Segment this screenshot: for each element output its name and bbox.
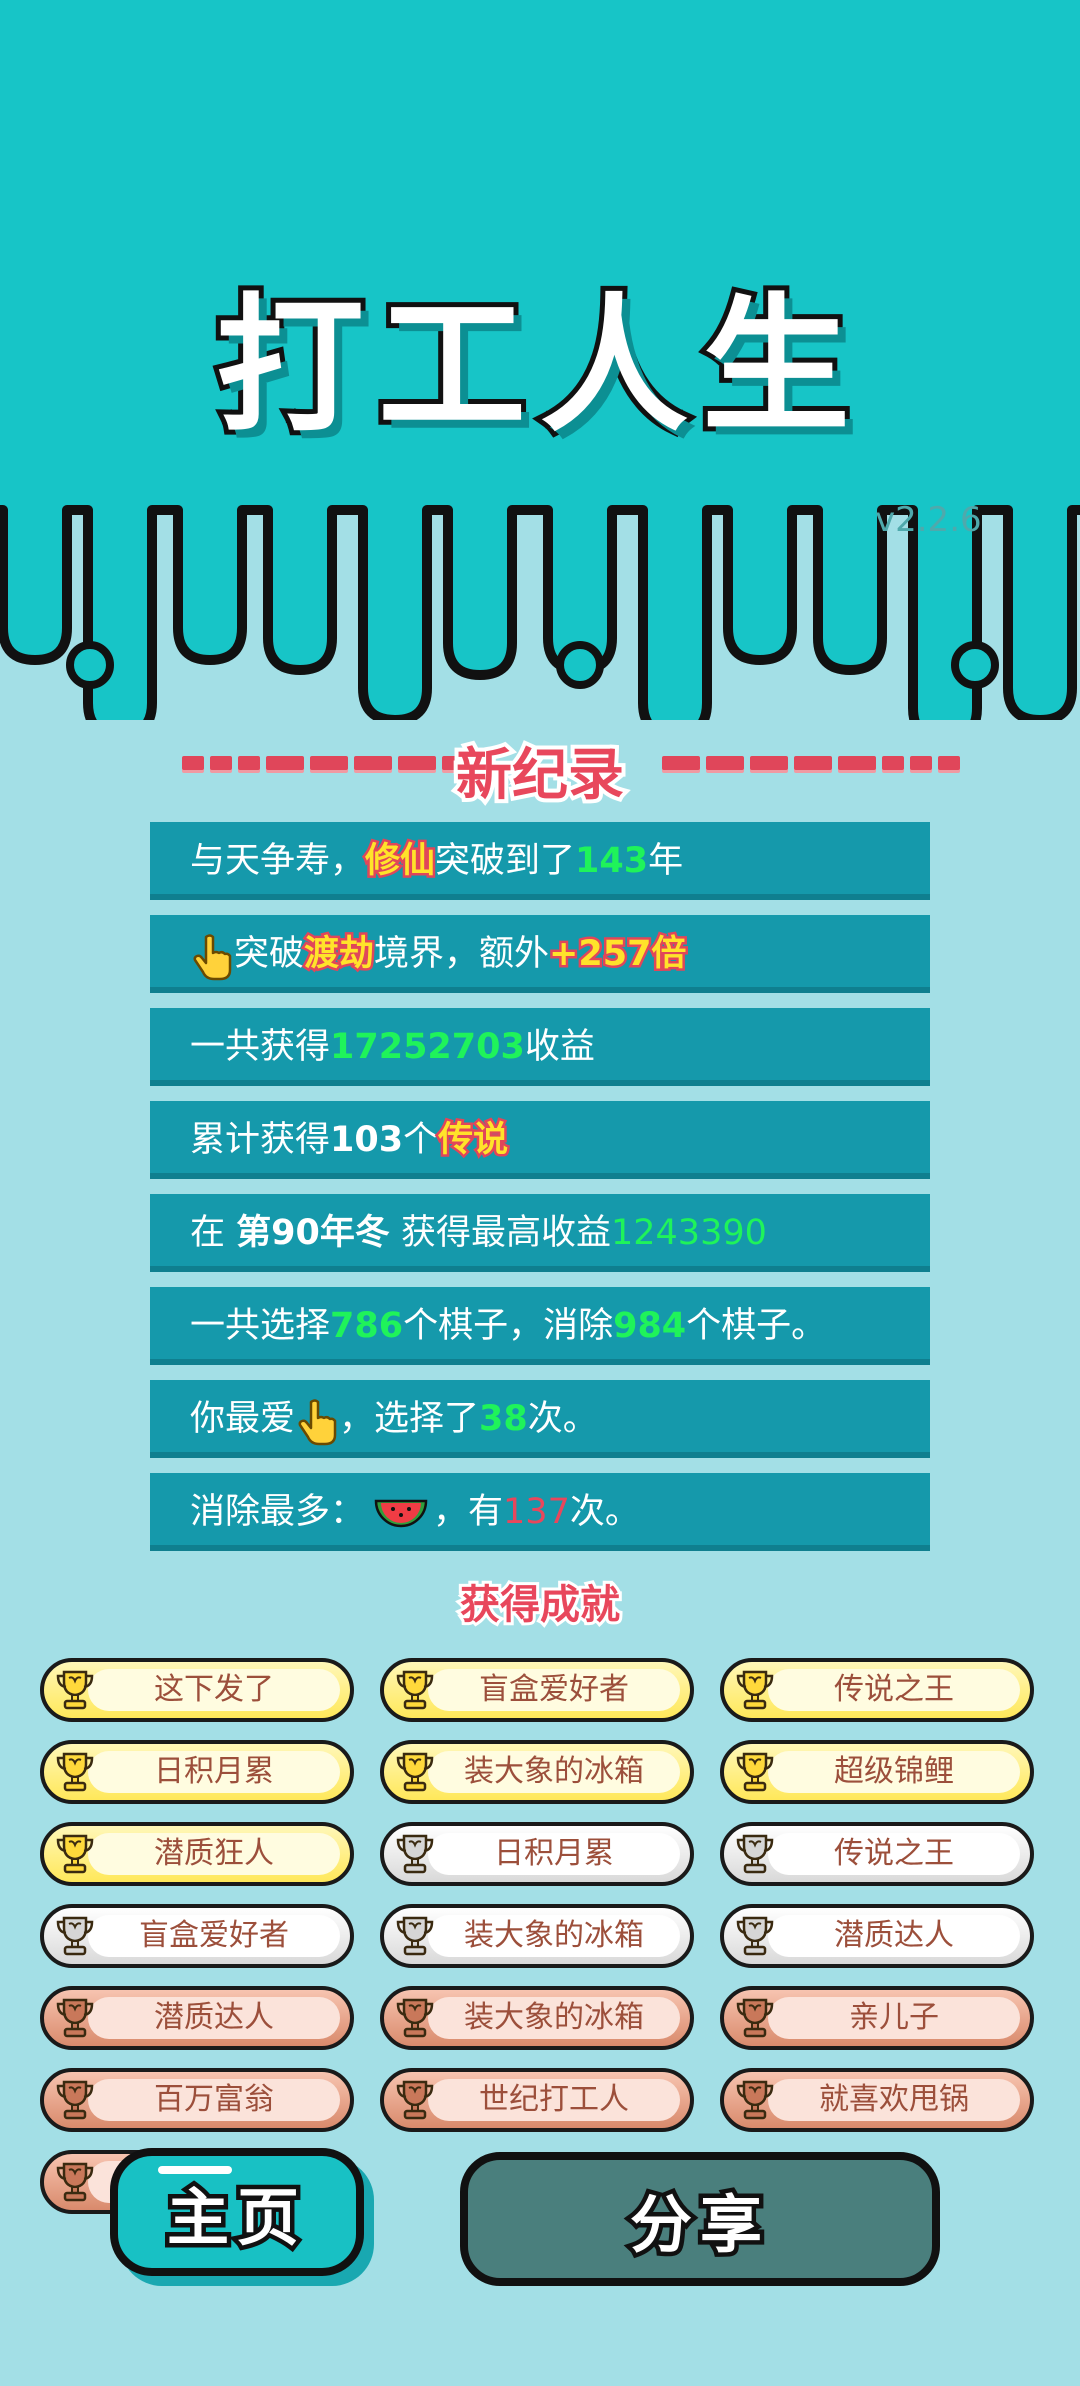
stat-text: 次。 <box>569 1492 640 1532</box>
stat-highlight-text: 38 <box>479 1399 528 1439</box>
right-dash-decoration <box>662 756 960 776</box>
stat-highlight-text: 103 <box>330 1120 404 1160</box>
achievement-badge-bronze[interactable]: 装大象的冰箱 <box>380 1986 694 2050</box>
pointing-hand-icon <box>192 931 232 981</box>
achievement-badge-silver[interactable]: 日积月累 <box>380 1822 694 1886</box>
stat-text: 突破 <box>234 934 305 974</box>
game-title: 打工人生 <box>211 275 864 457</box>
record-stat-row: 累计获得103个传说 <box>150 1101 930 1179</box>
stat-text: 个棋子，消除 <box>403 1306 614 1346</box>
achievement-badge-bronze[interactable]: 潜质达人 <box>40 1986 354 2050</box>
home-button-label: 主页 <box>162 2177 307 2259</box>
achievement-label: 装大象的冰箱 <box>464 1918 644 1953</box>
achievement-label: 潜质狂人 <box>154 1836 274 1871</box>
record-stat-row: 消除最多： ，有137次。 <box>150 1473 930 1551</box>
record-stat-row: 一共获得17252703收益 <box>150 1008 930 1086</box>
achievement-label: 世纪打工人 <box>479 2082 629 2117</box>
record-stat-row: 你最爱 ，选择了38次。 <box>150 1380 930 1458</box>
achievement-badge-bronze[interactable]: 就喜欢甩锅 <box>720 2068 1034 2132</box>
stat-highlight-text: 1243390 <box>611 1213 767 1253</box>
achievement-label: 潜质达人 <box>154 2000 274 2035</box>
drip-drop-decoration <box>66 641 114 689</box>
record-header: 新纪录 <box>0 724 1080 812</box>
achievement-badge-gold[interactable]: 传说之王 <box>720 1658 1034 1722</box>
share-button-label: 分享 <box>625 2184 770 2266</box>
pointing-hand-icon <box>297 1396 337 1446</box>
achievement-badge-gold[interactable]: 日积月累 <box>40 1740 354 1804</box>
record-stat-row: 一共选择786个棋子，消除984个棋子。 <box>150 1287 930 1365</box>
achievement-label: 就喜欢甩锅 <box>819 2082 969 2117</box>
stat-text: 一共选择 <box>190 1306 331 1346</box>
stat-highlight-text: 渡劫 <box>302 932 377 977</box>
stat-text: 获得最高收益 <box>389 1213 611 1253</box>
achievement-badge-bronze[interactable]: 亲儿子 <box>720 1986 1034 2050</box>
stat-highlight-text: 137 <box>503 1492 570 1532</box>
stat-text: 累计获得 <box>190 1120 331 1160</box>
record-stat-row: 在 第90年冬 获得最高收益1243390 <box>150 1194 930 1272</box>
stat-text: 境界，额外 <box>374 934 550 974</box>
achievement-label: 超级锦鲤 <box>834 1754 954 1789</box>
achievement-badge-gold[interactable]: 这下发了 <box>40 1658 354 1722</box>
version-label: v2.2.6 <box>875 500 982 540</box>
stat-text: 你最爱 <box>190 1399 296 1439</box>
stat-text: ，有 <box>433 1492 504 1532</box>
achievement-badge-gold[interactable]: 超级锦鲤 <box>720 1740 1034 1804</box>
achievement-label: 传说之王 <box>834 1672 954 1707</box>
stat-text: 与天争寿， <box>190 841 366 881</box>
stat-highlight-text: 第90年冬 <box>236 1213 390 1253</box>
record-stat-row: 与天争寿，修仙突破到了143年 <box>150 822 930 900</box>
stat-highlight-text: 143 <box>575 841 649 881</box>
achievement-badge-silver[interactable]: 盲盒爱好者 <box>40 1904 354 1968</box>
achievement-badge-gold[interactable]: 潜质狂人 <box>40 1822 354 1886</box>
stat-text: 个棋子。 <box>686 1306 827 1346</box>
stat-text: ，选择了 <box>339 1399 480 1439</box>
achievement-label: 装大象的冰箱 <box>464 2000 644 2035</box>
achievement-badge-bronze[interactable]: 百万富翁 <box>40 2068 354 2132</box>
watermelon-icon <box>373 1489 429 1537</box>
achievement-label: 潜质达人 <box>834 1918 954 1953</box>
stat-text: 在 <box>190 1213 237 1253</box>
achievement-badge-silver[interactable]: 潜质达人 <box>720 1904 1034 1968</box>
stat-text: 收益 <box>524 1027 595 1067</box>
achievement-badge-gold[interactable]: 装大象的冰箱 <box>380 1740 694 1804</box>
stat-highlight-text: 传说 <box>436 1118 511 1163</box>
achievement-label: 盲盒爱好者 <box>479 1672 629 1707</box>
achievement-label: 日积月累 <box>494 1836 614 1871</box>
achievement-badge-silver[interactable]: 传说之王 <box>720 1822 1034 1886</box>
achievement-badge-bronze[interactable]: 世纪打工人 <box>380 2068 694 2132</box>
achievement-badge-gold[interactable]: 盲盒爱好者 <box>380 1658 694 1722</box>
share-button[interactable]: 分享 <box>460 2152 940 2286</box>
achievement-label: 这下发了 <box>154 1672 274 1707</box>
record-stat-row: 突破渡劫境界，额外+257倍 <box>150 915 930 993</box>
stat-text: 次。 <box>527 1399 598 1439</box>
stat-highlight-text: +257倍 <box>547 932 689 977</box>
stat-text: 突破到了 <box>435 841 576 881</box>
stat-highlight-text: 修仙 <box>363 839 438 884</box>
drip-drop-decoration <box>556 641 604 689</box>
stat-highlight-text: 984 <box>613 1306 687 1346</box>
achievement-label: 装大象的冰箱 <box>464 1754 644 1789</box>
stat-text: 一共获得 <box>190 1027 331 1067</box>
stat-highlight-text: 17252703 <box>330 1027 525 1067</box>
drip-drop-decoration <box>951 641 999 689</box>
achievement-label: 日积月累 <box>154 1754 274 1789</box>
achievement-badge-silver[interactable]: 装大象的冰箱 <box>380 1904 694 1968</box>
achievement-label: 盲盒爱好者 <box>139 1918 289 1953</box>
home-button[interactable]: 主页 <box>110 2148 364 2276</box>
achievements-title: 获得成就 <box>457 1579 623 1631</box>
stat-text: 消除最多： <box>190 1492 366 1532</box>
stat-highlight-text: 786 <box>330 1306 404 1346</box>
stat-text: 年 <box>648 841 684 881</box>
achievement-label: 传说之王 <box>834 1836 954 1871</box>
achievement-label: 亲儿子 <box>849 2000 939 2035</box>
stat-text: 个 <box>403 1120 439 1160</box>
achievement-label: 百万富翁 <box>154 2082 274 2117</box>
